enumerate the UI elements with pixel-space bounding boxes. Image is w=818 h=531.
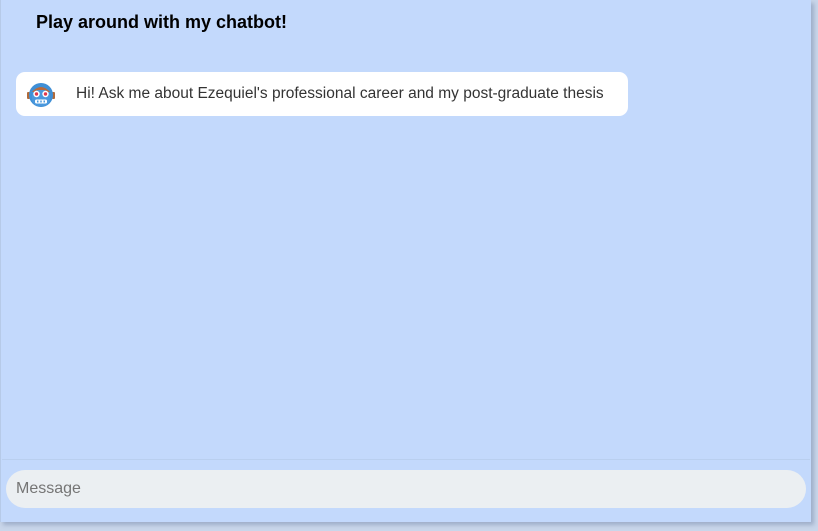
chat-panel: Play around with my chatbot! Hi! Ask me … (0, 0, 811, 522)
bot-message: Hi! Ask me about Ezequiel's professional… (16, 72, 628, 116)
robot-icon (26, 80, 56, 110)
message-text: Hi! Ask me about Ezequiel's professional… (76, 85, 604, 102)
message-composer (6, 470, 806, 508)
page-title: Play around with my chatbot! (36, 12, 288, 32)
page: Play around with my chatbot! Hi! Ask me … (0, 0, 818, 531)
composer-divider (2, 459, 810, 460)
message-input[interactable] (6, 470, 806, 508)
